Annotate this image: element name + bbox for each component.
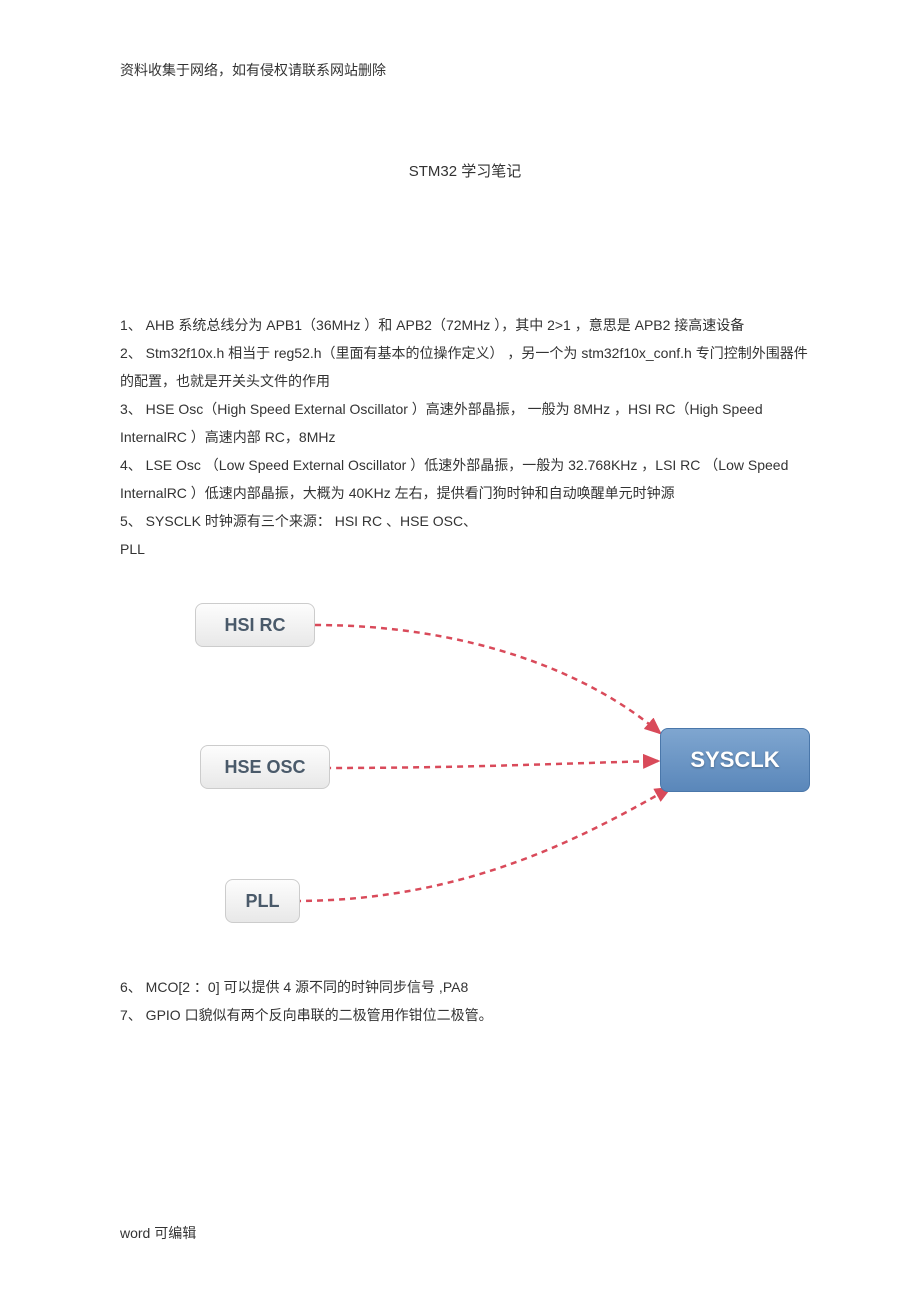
paragraph-2: 2、 Stm32f10x.h 相当于 reg52.h（里面有基本的位操作定义） … [120, 339, 810, 395]
node-sysclk: SYSCLK [660, 728, 810, 792]
node-hsi-rc: HSI RC [195, 603, 315, 647]
clock-source-diagram: HSI RC HSE OSC PLL SYSCLK [170, 593, 810, 943]
node-pll: PLL [225, 879, 300, 923]
body-content-after: 6、 MCO[2 ：0] 可以提供 4 源不同的时钟同步信号 ,PA8 7、 G… [120, 973, 810, 1029]
paragraph-5: 5、 SYSCLK 时钟源有三个来源： HSI RC 、HSE OSC、 [120, 507, 810, 535]
body-content: 1、 AHB 系统总线分为 APB1（36MHz ）和 APB2（72MHz ）… [120, 311, 810, 563]
paragraph-7: 7、 GPIO 口貌似有两个反向串联的二极管用作钳位二极管。 [120, 1001, 810, 1029]
header-disclaimer: 资料收集于网络，如有侵权请联系网站删除 [120, 60, 810, 80]
footer-note: word 可编辑 [120, 1223, 196, 1243]
paragraph-1: 1、 AHB 系统总线分为 APB1（36MHz ）和 APB2（72MHz ）… [120, 311, 810, 339]
document-page: 资料收集于网络，如有侵权请联系网站删除 STM32 学习笔记 1、 AHB 系统… [0, 0, 920, 1303]
paragraph-3: 3、 HSE Osc（High Speed External Oscillato… [120, 395, 810, 451]
document-title: STM32 学习笔记 [120, 160, 810, 181]
node-hse-osc: HSE OSC [200, 745, 330, 789]
paragraph-6: 6、 MCO[2 ：0] 可以提供 4 源不同的时钟同步信号 ,PA8 [120, 973, 810, 1001]
paragraph-4: 4、 LSE Osc （Low Speed External Oscillato… [120, 451, 810, 507]
paragraph-5b: PLL [120, 535, 810, 563]
